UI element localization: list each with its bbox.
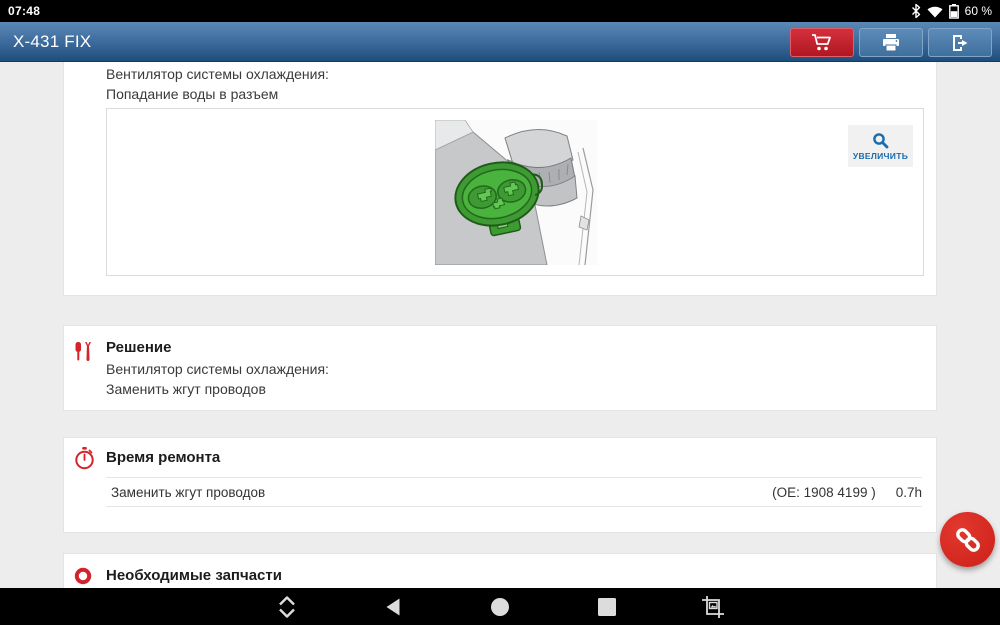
collapse-icon[interactable] xyxy=(276,594,298,620)
tools-icon xyxy=(75,342,91,361)
print-button[interactable] xyxy=(859,28,923,57)
cart-icon xyxy=(812,33,831,50)
exit-icon xyxy=(953,34,968,51)
status-bar: 07:48 60 % xyxy=(0,0,1000,22)
zoom-button-label: УВЕЛИЧИТЬ xyxy=(852,150,909,161)
status-icons: 60 % xyxy=(910,3,992,19)
repair-item-name: Заменить жгут проводов xyxy=(111,484,266,500)
link-fab-button[interactable] xyxy=(940,512,995,567)
printer-icon xyxy=(883,33,899,51)
home-icon[interactable] xyxy=(490,597,510,617)
solution-text: Вентилятор системы охлаждения: Заменить … xyxy=(106,359,329,399)
parts-card: Необходимые запчасти xyxy=(63,553,937,593)
bluetooth-icon xyxy=(911,3,920,19)
app-bar: X-431 FIX xyxy=(0,22,1000,62)
solution-title: Решение xyxy=(106,339,172,356)
recents-icon[interactable] xyxy=(598,597,617,616)
repair-item-hours: 0.7h xyxy=(895,484,922,500)
fault-description: Вентилятор системы охлаждения: Попадание… xyxy=(106,64,329,104)
screen: 07:48 60 % X-431 FIX Вентилятор системы … xyxy=(0,0,1000,625)
magnifier-icon xyxy=(873,132,889,148)
android-nav-bar xyxy=(0,588,1000,625)
fault-line-2: Попадание воды в разъем xyxy=(106,86,279,102)
exit-button[interactable] xyxy=(928,28,992,57)
repair-time-card: Время ремонта Заменить жгут проводов (OE… xyxy=(63,437,937,533)
divider xyxy=(106,506,922,507)
diagram-box: УВЕЛИЧИТЬ xyxy=(106,108,924,276)
clock: 07:48 xyxy=(8,4,41,18)
repair-time-row[interactable]: Заменить жгут проводов (OE: 1908 4199 ) … xyxy=(111,478,922,506)
repair-item-oe: (OE: 1908 4199 ) xyxy=(772,484,876,500)
back-icon[interactable] xyxy=(384,597,402,617)
wifi-icon xyxy=(927,6,943,17)
ring-icon xyxy=(74,567,92,585)
stopwatch-icon xyxy=(75,447,94,470)
app-title: X-431 FIX xyxy=(13,31,92,51)
chain-link-icon xyxy=(955,527,980,552)
screenshot-icon[interactable] xyxy=(701,595,725,619)
fault-line-1: Вентилятор системы охлаждения: xyxy=(106,66,329,82)
app-actions xyxy=(790,28,992,57)
parts-title: Необходимые запчасти xyxy=(106,567,282,584)
battery-percent: 60 % xyxy=(964,4,992,18)
solution-line-2: Заменить жгут проводов xyxy=(106,381,266,397)
battery-icon xyxy=(948,4,959,19)
repair-time-title: Время ремонта xyxy=(106,449,221,466)
solution-line-1: Вентилятор системы охлаждения: xyxy=(106,361,329,377)
solution-card: Решение Вентилятор системы охлаждения: З… xyxy=(63,325,937,411)
connector-illustration xyxy=(435,120,597,265)
cart-button[interactable] xyxy=(790,28,854,57)
fault-card: Вентилятор системы охлаждения: Попадание… xyxy=(63,62,937,296)
zoom-image-button[interactable]: УВЕЛИЧИТЬ xyxy=(848,125,913,167)
